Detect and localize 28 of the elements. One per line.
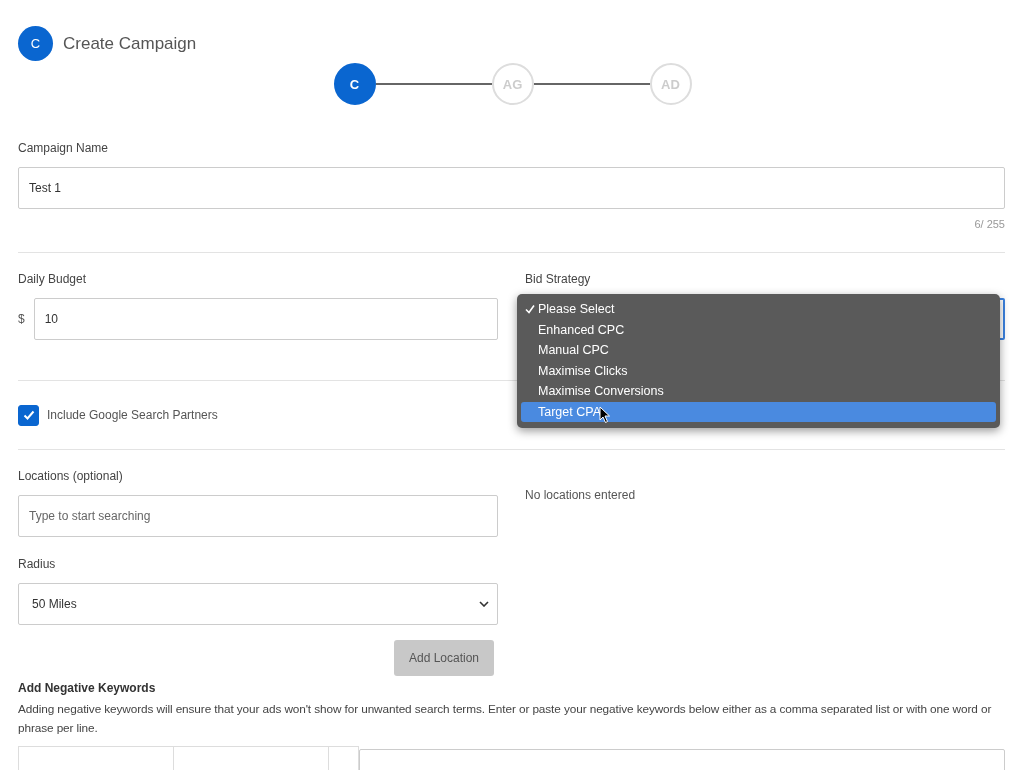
checkbox-label: Include Google Search Partners — [47, 408, 218, 422]
character-counter: 6/ 255 — [973, 218, 1005, 230]
field-label: Campaign Name — [18, 141, 110, 155]
dropdown-option[interactable]: Maximise Conversions — [521, 381, 996, 402]
dropdown-option[interactable]: Manual CPC — [521, 340, 996, 361]
dropdown-option[interactable]: Please Select — [521, 299, 996, 320]
currency-symbol: $ — [18, 312, 25, 326]
dropdown-option[interactable]: Enhanced CPC — [521, 319, 996, 340]
step-circle[interactable]: C — [333, 63, 376, 105]
campaign-badge: C — [18, 26, 53, 61]
field-label: Locations (optional) — [18, 469, 124, 483]
chevron-down-icon — [479, 601, 489, 607]
location-search-field[interactable]: Type to start searching — [18, 495, 498, 537]
campaign-name-field[interactable]: Test 1 — [18, 167, 1005, 209]
dropdown-option[interactable]: Maximise Clicks — [521, 360, 996, 381]
checkbox[interactable] — [18, 404, 39, 426]
field-label: Radius — [18, 557, 57, 571]
field-label: Daily Budget — [18, 272, 88, 286]
budget-field[interactable]: 10 — [33, 298, 498, 340]
mouse-pointer-icon — [599, 406, 611, 424]
field-label: Bid Strategy — [525, 272, 592, 286]
section-description: Adding negative keywords will ensure that your ads won't show for unwanted search terms. Enter or paste your negative keywords below either as a comma separated list or with one word or phrase per line. — [18, 701, 993, 737]
dropdown-option[interactable]: Target CPA — [521, 401, 996, 422]
section-title: Add Negative Keywords — [18, 681, 157, 695]
page-title: Create Campaign — [63, 33, 197, 54]
checkmark-icon — [21, 408, 36, 422]
radius-select[interactable]: 50 Miles — [18, 583, 498, 625]
empty-state-text: No locations entered — [525, 488, 637, 502]
